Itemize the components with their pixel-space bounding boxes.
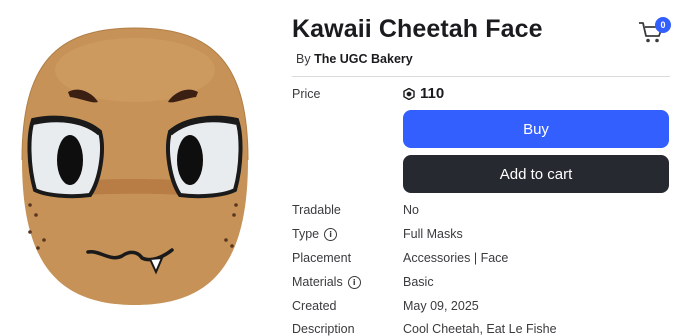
creator-line: By The UGC Bakery <box>296 52 413 66</box>
price-value: 110 <box>403 85 444 102</box>
item-thumbnail <box>0 0 270 330</box>
info-icon[interactable]: i <box>347 275 361 289</box>
materials-value: Basic <box>403 275 434 289</box>
creator-prefix: By <box>296 52 311 66</box>
header-divider <box>292 76 670 77</box>
materials-label: Materials i <box>292 275 361 289</box>
price-label: Price <box>292 87 321 101</box>
add-to-cart-button[interactable]: Add to cart <box>403 155 669 193</box>
placement-label: Placement <box>292 251 352 265</box>
description-label: Description <box>292 322 355 336</box>
created-label: Created <box>292 299 337 313</box>
description-value: Cool Cheetah, Eat Le Fishe <box>403 322 557 336</box>
tradable-label: Tradable <box>292 203 341 217</box>
cart-count-badge: 0 <box>655 17 671 33</box>
tradable-value: No <box>403 203 419 217</box>
creator-link[interactable]: The UGC Bakery <box>314 52 413 66</box>
placement-value: Accessories | Face <box>403 251 509 265</box>
type-value: Full Masks <box>403 227 463 241</box>
info-icon[interactable]: i <box>324 227 338 241</box>
price-amount: 110 <box>420 85 445 102</box>
buy-button[interactable]: Buy <box>403 110 669 148</box>
created-value: May 09, 2025 <box>403 299 479 313</box>
type-label: Type i <box>292 227 338 241</box>
robux-icon <box>403 87 415 100</box>
item-title: Kawaii Cheetah Face <box>292 15 543 43</box>
